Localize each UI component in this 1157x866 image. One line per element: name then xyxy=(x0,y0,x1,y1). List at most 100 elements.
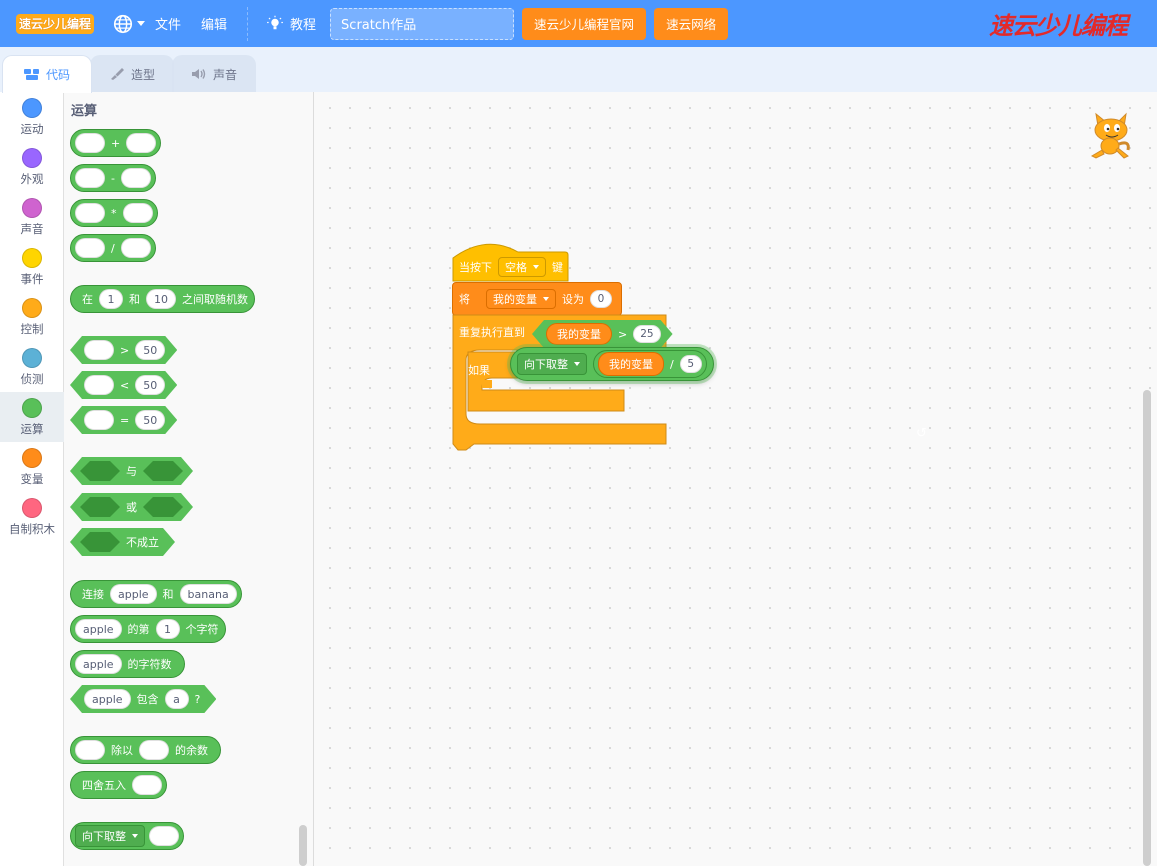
workspace-scrollbar[interactable] xyxy=(1143,390,1151,866)
string-input[interactable]: apple xyxy=(75,619,122,639)
block-add[interactable]: + xyxy=(70,129,162,157)
block-less-than[interactable]: <50 xyxy=(70,371,177,399)
block-round[interactable]: 四舍五入 xyxy=(70,771,167,799)
divide-block[interactable]: 我的变量 / 5 xyxy=(593,350,707,378)
file-menu[interactable]: 文件 xyxy=(145,0,191,47)
category-item-8[interactable]: 自制积木 xyxy=(0,492,64,542)
variable-reporter[interactable]: 我的变量 xyxy=(598,352,664,376)
compare-value-input[interactable]: 25 xyxy=(633,325,660,343)
when-key-pressed-block[interactable]: 当按下 空格 键 xyxy=(459,255,563,279)
operator-label: 或 xyxy=(126,501,137,514)
operand-slot[interactable] xyxy=(84,410,114,430)
category-item-2[interactable]: 声音 xyxy=(0,192,64,242)
block-not[interactable]: 不成立 xyxy=(70,528,175,556)
block-length-of[interactable]: apple 的字符数 xyxy=(70,650,185,678)
block-floor[interactable]: 向下取整 xyxy=(70,822,184,850)
category-item-0[interactable]: 运动 xyxy=(0,92,64,142)
greater-than-condition[interactable]: 我的变量 > 25 xyxy=(532,320,673,348)
category-label: 控制 xyxy=(20,321,44,336)
operand-slot[interactable] xyxy=(75,203,105,223)
block-or[interactable]: 或 xyxy=(70,493,193,521)
network-button[interactable]: 速云网络 xyxy=(654,7,729,40)
tab-code[interactable]: 代码 xyxy=(2,55,92,93)
script-workspace[interactable]: 当按下 空格 键 将 我的变量 设为 0 重复执行直到 ↺ 我的变量 > 25 … xyxy=(314,92,1157,866)
boolean-slot[interactable] xyxy=(143,497,183,517)
operand-slot[interactable] xyxy=(120,238,151,258)
operand-slot[interactable] xyxy=(84,340,114,360)
block-equals[interactable]: = 50 xyxy=(70,406,177,434)
operand-slot[interactable]: 50 xyxy=(135,375,165,395)
set-value-input[interactable]: 0 xyxy=(590,290,612,308)
dropdown-value: 向下取整 xyxy=(82,830,126,843)
category-item-7[interactable]: 变量 xyxy=(0,442,64,492)
index-input[interactable]: 1 xyxy=(155,619,180,639)
operand-slot[interactable] xyxy=(126,133,157,153)
variable-dropdown[interactable]: 我的变量 xyxy=(486,289,556,309)
string-input[interactable]: apple xyxy=(84,689,131,709)
operand-slot[interactable]: 50 xyxy=(135,410,165,430)
operand-slot[interactable] xyxy=(75,168,105,188)
block-join[interactable]: 连接 apple 和 banana xyxy=(70,580,242,608)
tutorials-menu[interactable]: 教程 xyxy=(258,14,324,33)
math-function-dropdown[interactable]: 向下取整 xyxy=(517,353,587,375)
repeat-until-block[interactable]: 重复执行直到 xyxy=(459,320,525,344)
join-input-2[interactable]: banana xyxy=(179,584,237,604)
operand-slot[interactable] xyxy=(139,740,169,760)
block-divide[interactable]: / xyxy=(70,234,156,262)
variable-reporter[interactable]: 我的变量 xyxy=(546,323,612,345)
block-mod[interactable]: 除以 的余数 xyxy=(70,736,221,764)
string-input[interactable]: apple xyxy=(75,654,122,674)
join-input-1[interactable]: apple xyxy=(110,584,157,604)
operand-slot[interactable]: 50 xyxy=(135,340,165,360)
operand-slot[interactable] xyxy=(122,203,153,223)
block-contains[interactable]: apple 包含 a? xyxy=(70,685,216,713)
menu-divider xyxy=(247,6,249,41)
block-multiply[interactable]: * xyxy=(70,199,158,227)
floor-block-dragging[interactable]: 向下取整 我的变量 / 5 xyxy=(510,347,714,381)
math-function-dropdown[interactable]: 向下取整 xyxy=(75,825,145,847)
random-to-input[interactable]: 10 xyxy=(146,289,176,309)
block-random[interactable]: 在 1 和 10 之间取随机数 xyxy=(70,285,255,313)
category-item-1[interactable]: 外观 xyxy=(0,142,64,192)
operand-slot[interactable] xyxy=(149,826,179,846)
project-title-input[interactable] xyxy=(330,7,515,40)
block-label: 的余数 xyxy=(175,744,208,757)
operand-slot[interactable] xyxy=(75,740,105,760)
operand-slot[interactable] xyxy=(120,168,151,188)
random-from-input[interactable]: 1 xyxy=(99,289,123,309)
category-item-6[interactable]: 运算 xyxy=(0,392,64,442)
language-menu[interactable] xyxy=(112,13,145,35)
operator-label: / xyxy=(111,241,115,255)
edit-menu[interactable]: 编辑 xyxy=(191,0,237,47)
globe-icon xyxy=(113,14,133,33)
string-input[interactable]: a xyxy=(165,689,189,709)
palette-scrollbar[interactable] xyxy=(299,825,307,866)
boolean-slot[interactable] xyxy=(80,461,120,481)
operand-slot[interactable] xyxy=(75,133,105,153)
boolean-slot[interactable] xyxy=(80,497,120,517)
divisor-input[interactable]: 5 xyxy=(679,355,702,373)
category-item-3[interactable]: 事件 xyxy=(0,242,64,292)
block-greater-than[interactable]: >50 xyxy=(70,336,177,364)
operand-slot[interactable] xyxy=(84,375,114,395)
operand-slot[interactable] xyxy=(132,775,162,795)
dropdown-value: 我的变量 xyxy=(493,293,537,306)
chevron-down-icon xyxy=(137,21,145,26)
tab-sounds[interactable]: 声音 xyxy=(172,55,256,92)
boolean-slot[interactable] xyxy=(80,532,120,552)
key-dropdown[interactable]: 空格 xyxy=(498,257,546,277)
operator-label: > xyxy=(120,343,130,357)
category-item-4[interactable]: 控制 xyxy=(0,292,64,342)
official-site-button[interactable]: 速云少儿编程官网 xyxy=(522,7,647,40)
boolean-slot[interactable] xyxy=(143,461,183,481)
block-and[interactable]: 与 xyxy=(70,457,193,485)
tab-costumes[interactable]: 造型 xyxy=(90,55,174,92)
logo[interactable]: 速云少儿编程 xyxy=(16,13,94,34)
block-subtract[interactable]: - xyxy=(70,164,156,192)
category-item-5[interactable]: 侦测 xyxy=(0,342,64,392)
operand-slot[interactable] xyxy=(75,238,105,258)
block-label: 包含 xyxy=(136,693,159,706)
set-variable-block[interactable]: 将 我的变量 设为 0 xyxy=(452,282,622,316)
brush-icon xyxy=(110,68,124,80)
block-letter-of[interactable]: apple 的第 1 个字符 xyxy=(70,615,226,643)
